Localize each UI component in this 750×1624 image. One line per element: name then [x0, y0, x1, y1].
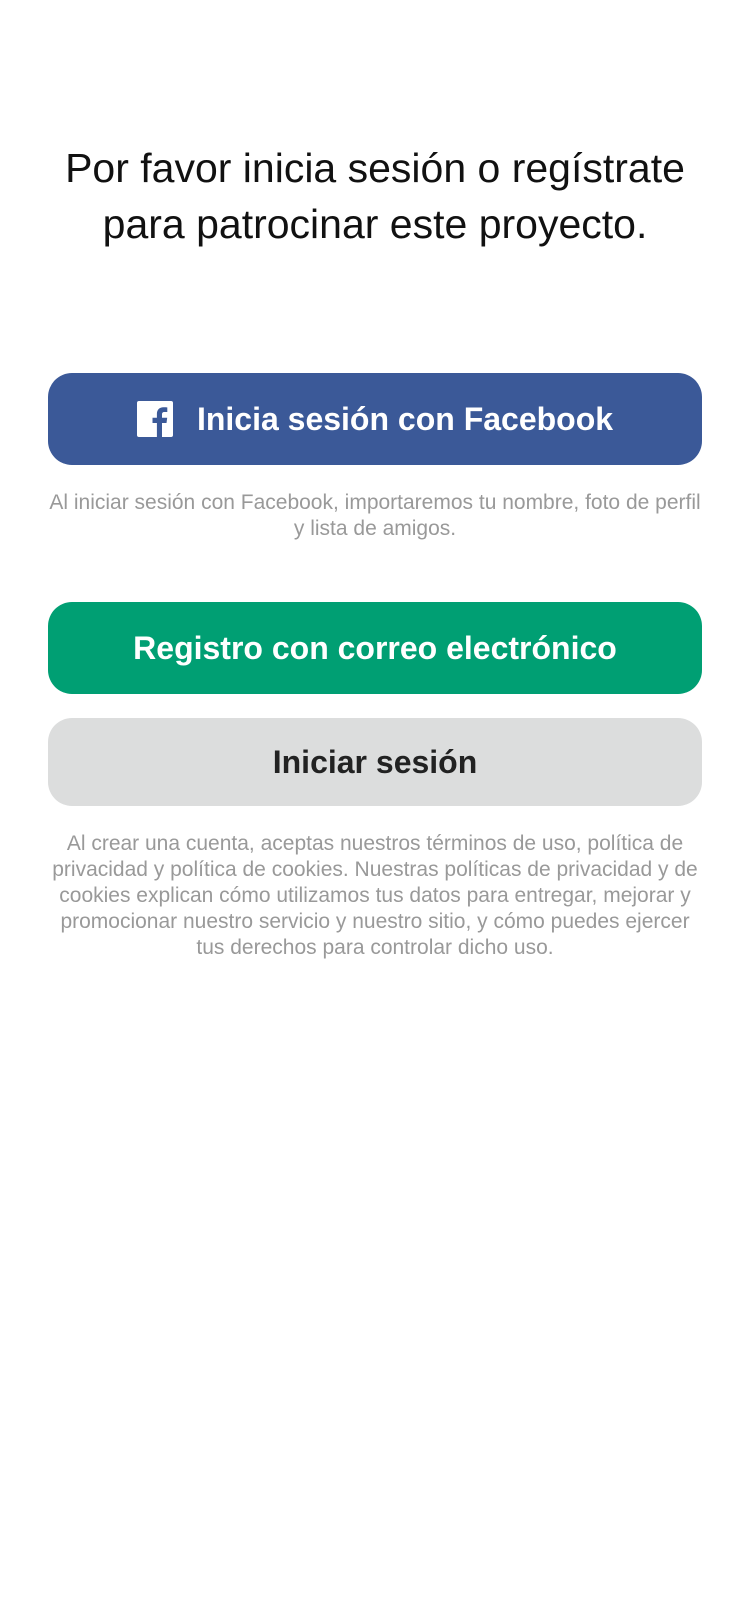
login-screen: Por favor inicia sesión o regístrate par…	[0, 0, 750, 1624]
facebook-login-label: Inicia sesión con Facebook	[196, 400, 614, 437]
login-button[interactable]: Iniciar sesión	[48, 718, 702, 806]
terms-notice: Al crear una cuenta, aceptas nuestros té…	[52, 832, 698, 959]
facebook-login-button[interactable]: Inicia sesión con Facebook	[48, 373, 702, 465]
facebook-import-notice: Al iniciar sesión con Facebook, importar…	[49, 491, 701, 540]
facebook-icon	[136, 401, 173, 437]
email-signup-button[interactable]: Registro con correo electrónico	[48, 602, 702, 694]
page-title: Por favor inicia sesión o regístrate par…	[65, 145, 685, 247]
